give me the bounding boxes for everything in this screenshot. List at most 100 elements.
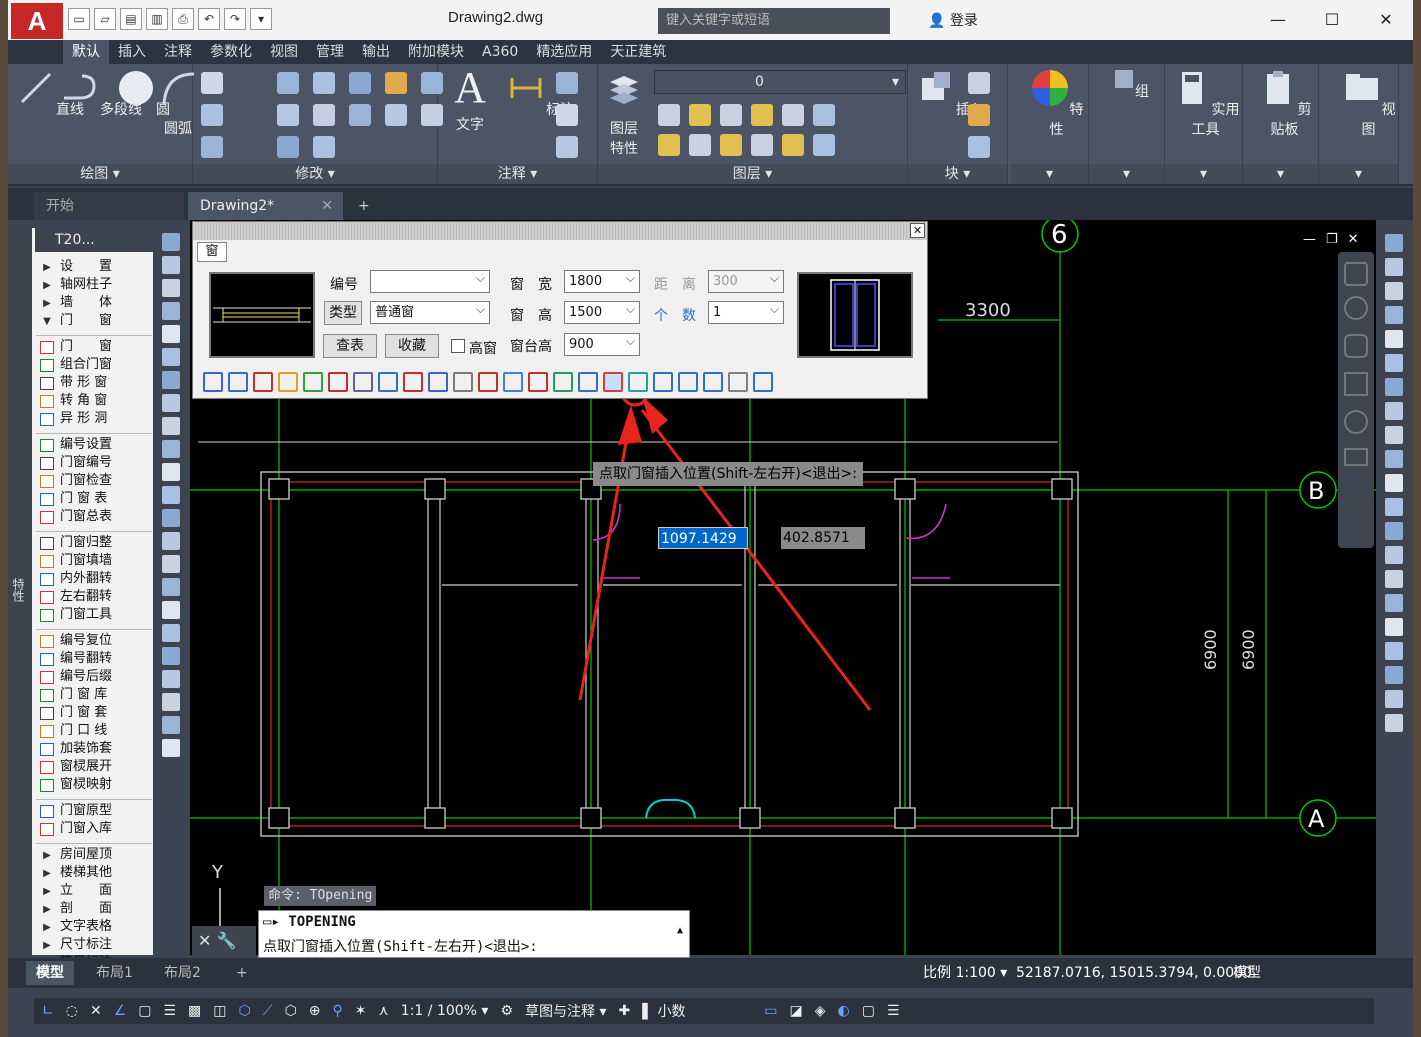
modify-tool-icon[interactable] bbox=[1385, 714, 1403, 732]
polar-tracking-icon[interactable]: ◌ bbox=[66, 1003, 78, 1019]
draw-tool-icon[interactable] bbox=[162, 440, 180, 458]
palette-title[interactable]: T20... bbox=[35, 228, 153, 252]
dynamic-ucs-icon[interactable]: ⟋ bbox=[263, 1003, 273, 1019]
insert-mode-icon[interactable] bbox=[203, 372, 223, 392]
modify-tool-icon[interactable] bbox=[1385, 354, 1403, 372]
mirror-icon[interactable] bbox=[277, 104, 299, 126]
new-icon[interactable]: ▭ bbox=[68, 8, 90, 30]
insert-mode-icon[interactable] bbox=[753, 372, 773, 392]
units-selector[interactable]: ▌ 小数 bbox=[642, 1001, 752, 1021]
palette-item[interactable]: 左右翻转 bbox=[36, 588, 152, 606]
layer-properties-button[interactable]: 图层 特性 bbox=[604, 68, 644, 158]
draw-tool-icon[interactable] bbox=[162, 417, 180, 435]
palette-item[interactable]: 编号复位 bbox=[36, 632, 152, 650]
height-combo[interactable]: 1500 bbox=[564, 299, 640, 324]
palette-item[interactable]: 转 角 窗 bbox=[36, 392, 152, 410]
rectangle-icon[interactable] bbox=[201, 72, 223, 94]
palette-item[interactable]: 门 口 线 bbox=[36, 722, 152, 740]
auto-scale-icon[interactable]: ✶ bbox=[355, 1003, 367, 1019]
layer-tool-icon[interactable] bbox=[782, 134, 804, 156]
palette-item[interactable]: ▶ 剖 面 bbox=[36, 900, 152, 918]
customization-icon[interactable]: ☰ bbox=[887, 1003, 900, 1019]
modify-tool-icon[interactable] bbox=[1385, 618, 1403, 636]
stretch-icon[interactable] bbox=[385, 104, 407, 126]
draw-tool-icon[interactable] bbox=[162, 739, 180, 757]
palette-side-label[interactable]: 特性 bbox=[11, 578, 27, 602]
ribbon-tab[interactable]: 输出 bbox=[353, 40, 399, 64]
draw-tool-icon[interactable] bbox=[162, 486, 180, 504]
draw-tool-icon[interactable] bbox=[162, 578, 180, 596]
undo-icon[interactable]: ↶ bbox=[198, 8, 220, 30]
selection-filter-icon[interactable]: ⬡ bbox=[285, 1003, 297, 1019]
utilities-button[interactable]: 实用工具 bbox=[1169, 68, 1242, 139]
draw-tool-icon[interactable] bbox=[162, 302, 180, 320]
modify-tool-icon[interactable] bbox=[1385, 474, 1403, 492]
draw-tool-icon[interactable] bbox=[162, 463, 180, 481]
palette-item[interactable]: 组合门窗 bbox=[36, 356, 152, 374]
isolate-objects-icon[interactable]: ◈ bbox=[815, 1003, 826, 1019]
modify-tool-icon[interactable] bbox=[1385, 642, 1403, 660]
explode-icon[interactable] bbox=[349, 104, 371, 126]
ribbon-tab[interactable]: 管理 bbox=[307, 40, 353, 64]
palette-item[interactable]: 门 窗 bbox=[36, 338, 152, 356]
workspace-switch[interactable]: 草图与注释 ▾ bbox=[525, 1001, 606, 1021]
layer-tool-icon[interactable] bbox=[782, 104, 804, 126]
palette-item[interactable]: ▶ 房间屋顶 bbox=[36, 846, 152, 864]
lineweight-icon[interactable]: ☰ bbox=[163, 1003, 176, 1019]
palette-item[interactable]: 窗棂映射 bbox=[36, 776, 152, 794]
insert-mode-icon[interactable] bbox=[278, 372, 298, 392]
ribbon-tab[interactable]: 附加模块 bbox=[399, 40, 473, 64]
type-combo[interactable]: 普通窗 bbox=[370, 299, 490, 324]
ribbon-tab[interactable]: 参数化 bbox=[201, 40, 261, 64]
viewcube-icon[interactable] bbox=[1344, 262, 1368, 286]
boundary-icon[interactable] bbox=[201, 136, 223, 158]
palette-item[interactable]: ▶ 墙 体 bbox=[36, 294, 152, 312]
layer-tool-icon[interactable] bbox=[751, 104, 773, 126]
block-panel-footer[interactable]: 块 ▾ bbox=[908, 164, 1007, 184]
modify-panel-footer[interactable]: 修改 ▾ bbox=[193, 164, 437, 184]
save-icon[interactable]: ▤ bbox=[120, 8, 142, 30]
insert-mode-icon[interactable] bbox=[253, 372, 273, 392]
count-combo[interactable]: 1 bbox=[708, 299, 784, 324]
palette-item[interactable]: ▶ 轴网柱子 bbox=[36, 276, 152, 294]
utilities-panel-footer[interactable]: ▾ bbox=[1165, 164, 1242, 184]
lock-ui-icon[interactable]: ◪ bbox=[789, 1003, 802, 1019]
palette-item[interactable]: 异 形 洞 bbox=[36, 410, 152, 428]
ribbon-tab[interactable]: A360 bbox=[473, 40, 527, 64]
palette-item[interactable]: 加装饰套 bbox=[36, 740, 152, 758]
minimize-icon[interactable]: — bbox=[1251, 0, 1305, 40]
group-button[interactable]: 组 bbox=[1113, 68, 1149, 101]
palette-item[interactable]: 门窗填墙 bbox=[36, 552, 152, 570]
insert-mode-icon[interactable] bbox=[678, 372, 698, 392]
annotation-scale-value[interactable]: 1:1 / 100% ▾ bbox=[401, 1003, 489, 1019]
properties-button[interactable]: 特性 bbox=[1025, 68, 1088, 139]
tab-model[interactable]: 模型 bbox=[26, 961, 74, 985]
qat-menu-icon[interactable]: ▾ bbox=[250, 8, 272, 30]
draw-tool-icon[interactable] bbox=[162, 647, 180, 665]
ribbon-tab[interactable]: 精选应用 bbox=[527, 40, 601, 64]
transparency-icon[interactable]: ▩ bbox=[188, 1003, 201, 1019]
create-block-icon[interactable] bbox=[968, 72, 990, 94]
grid-snap-icon[interactable]: ∟ bbox=[42, 1003, 54, 1019]
layer-tool-icon[interactable] bbox=[751, 134, 773, 156]
layer-tool-icon[interactable] bbox=[720, 104, 742, 126]
layer-dropdown[interactable]: 0 ▾ bbox=[654, 70, 906, 94]
layer-tool-icon[interactable] bbox=[689, 134, 711, 156]
table-icon[interactable] bbox=[556, 136, 578, 158]
palette-item[interactable]: 门 窗 表 bbox=[36, 490, 152, 508]
insert-by-grid-icon[interactable] bbox=[603, 372, 623, 392]
dialog-close-button[interactable]: ✕ bbox=[910, 223, 925, 238]
save-as-icon[interactable]: ▥ bbox=[146, 8, 168, 30]
insert-mode-icon[interactable] bbox=[503, 372, 523, 392]
ribbon-tab[interactable]: 默认 bbox=[63, 40, 109, 64]
palette-item[interactable]: ▶ 楼梯其他 bbox=[36, 864, 152, 882]
distance-combo[interactable]: 300 bbox=[708, 268, 784, 293]
gizmo-icon[interactable]: ⊕ bbox=[309, 1003, 321, 1019]
trim-icon[interactable] bbox=[349, 72, 371, 94]
layer-tool-icon[interactable] bbox=[658, 104, 680, 126]
dialog-tab-window[interactable]: 窗 bbox=[197, 242, 227, 262]
ribbon-tab[interactable]: 注释 bbox=[155, 40, 201, 64]
palette-item[interactable]: ▼ 门 窗 bbox=[36, 312, 152, 330]
ribbon-tab[interactable]: 视图 bbox=[261, 40, 307, 64]
app-logo[interactable]: A bbox=[11, 3, 63, 39]
